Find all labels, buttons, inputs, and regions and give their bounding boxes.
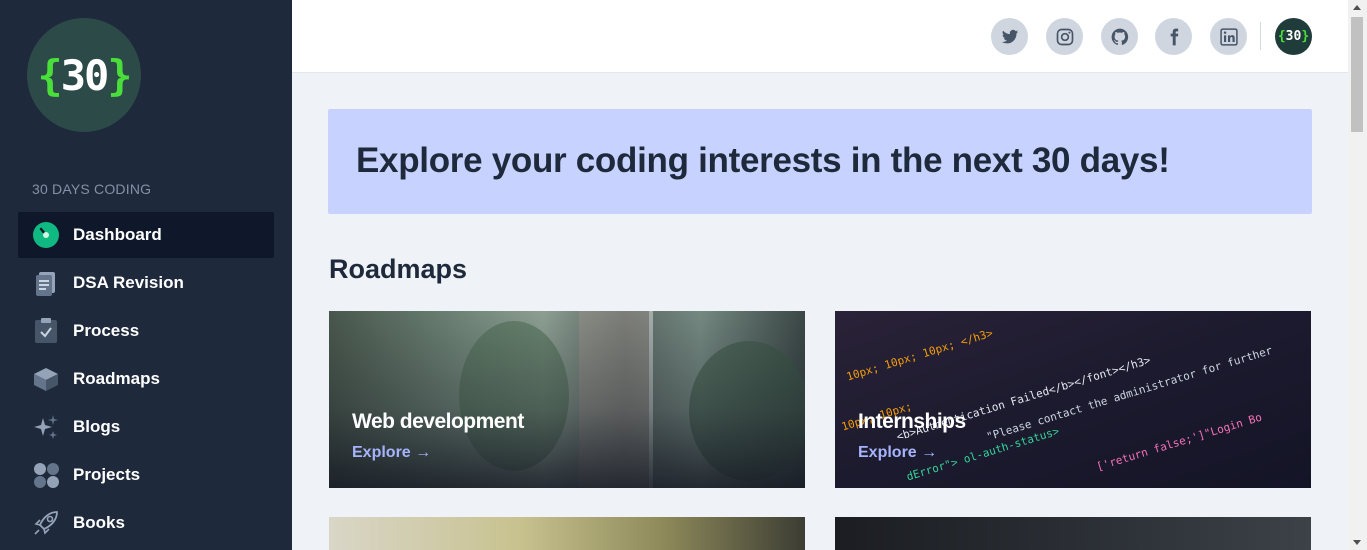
clipboard-check-icon bbox=[32, 317, 60, 345]
sidebar-section-label: 30 DAYS CODING bbox=[32, 181, 152, 197]
card-image-detail: 10px; 10px; 10px; </h3> bbox=[845, 326, 995, 384]
roadmap-card[interactable] bbox=[835, 517, 1311, 550]
twitter-icon[interactable] bbox=[991, 18, 1028, 55]
sidebar-item-label: Blogs bbox=[73, 417, 121, 436]
grid-dots-icon bbox=[32, 461, 60, 489]
header-divider bbox=[1260, 22, 1261, 50]
explore-link[interactable]: Explore → bbox=[858, 444, 937, 462]
sidebar-item-books[interactable]: Books bbox=[18, 500, 274, 546]
sparkles-icon bbox=[32, 413, 60, 441]
sidebar-item-label: Projects bbox=[73, 465, 141, 484]
sidebar: {30} 30 DAYS CODING Dashboard DSA Revisi… bbox=[0, 0, 292, 550]
scroll-thumb[interactable] bbox=[1351, 17, 1363, 132]
sidebar-item-dashboard[interactable]: Dashboard bbox=[18, 212, 274, 258]
sidebar-item-roadmaps[interactable]: Roadmaps bbox=[18, 356, 274, 402]
dashboard-icon bbox=[32, 221, 60, 249]
instagram-icon[interactable] bbox=[1046, 18, 1083, 55]
sidebar-item-process[interactable]: Process bbox=[18, 308, 274, 354]
logo[interactable]: {30} bbox=[27, 18, 141, 132]
cube-icon bbox=[32, 365, 60, 393]
sidebar-item-label: DSA Revision bbox=[73, 273, 184, 292]
github-icon[interactable] bbox=[1101, 18, 1138, 55]
document-icon bbox=[32, 269, 60, 297]
hero-banner: Explore your coding interests in the nex… bbox=[328, 109, 1312, 214]
sidebar-item-projects[interactable]: Projects bbox=[18, 452, 274, 498]
scrollbar[interactable] bbox=[1348, 0, 1367, 550]
explore-link[interactable]: Explore → bbox=[352, 444, 431, 462]
scroll-down-arrow-icon[interactable] bbox=[1353, 540, 1361, 545]
scroll-up-arrow-icon[interactable] bbox=[1353, 5, 1361, 10]
sidebar-nav: Dashboard DSA Revision Process Roadmaps … bbox=[18, 212, 274, 548]
banner-title: Explore your coding interests in the nex… bbox=[356, 141, 1170, 180]
card-title: Internships bbox=[858, 410, 966, 433]
roadmap-card-web-development[interactable]: Web development Explore → bbox=[329, 311, 805, 488]
sidebar-item-dsa-revision[interactable]: DSA Revision bbox=[18, 260, 274, 306]
rocket-icon bbox=[32, 509, 60, 537]
sidebar-item-blogs[interactable]: Blogs bbox=[18, 404, 274, 450]
sidebar-item-label: Books bbox=[73, 513, 125, 532]
card-image-detail: ['return false;']"Login Bo bbox=[1095, 410, 1264, 474]
roadmap-card[interactable] bbox=[329, 517, 805, 550]
facebook-icon[interactable] bbox=[1155, 18, 1192, 55]
logo-text: {30} bbox=[37, 50, 132, 100]
sidebar-item-label: Roadmaps bbox=[73, 369, 160, 388]
top-header: {30} bbox=[292, 0, 1348, 73]
linkedin-icon[interactable] bbox=[1210, 18, 1247, 55]
roadmap-card-internships[interactable]: 10px; 10px; 10px; </h3> <b>Authenticatio… bbox=[835, 311, 1311, 488]
sidebar-item-label: Dashboard bbox=[73, 225, 162, 244]
avatar[interactable]: {30} bbox=[1275, 18, 1312, 55]
roadmaps-title: Roadmaps bbox=[329, 254, 468, 284]
card-title: Web development bbox=[352, 410, 524, 433]
sidebar-item-label: Process bbox=[73, 321, 140, 340]
